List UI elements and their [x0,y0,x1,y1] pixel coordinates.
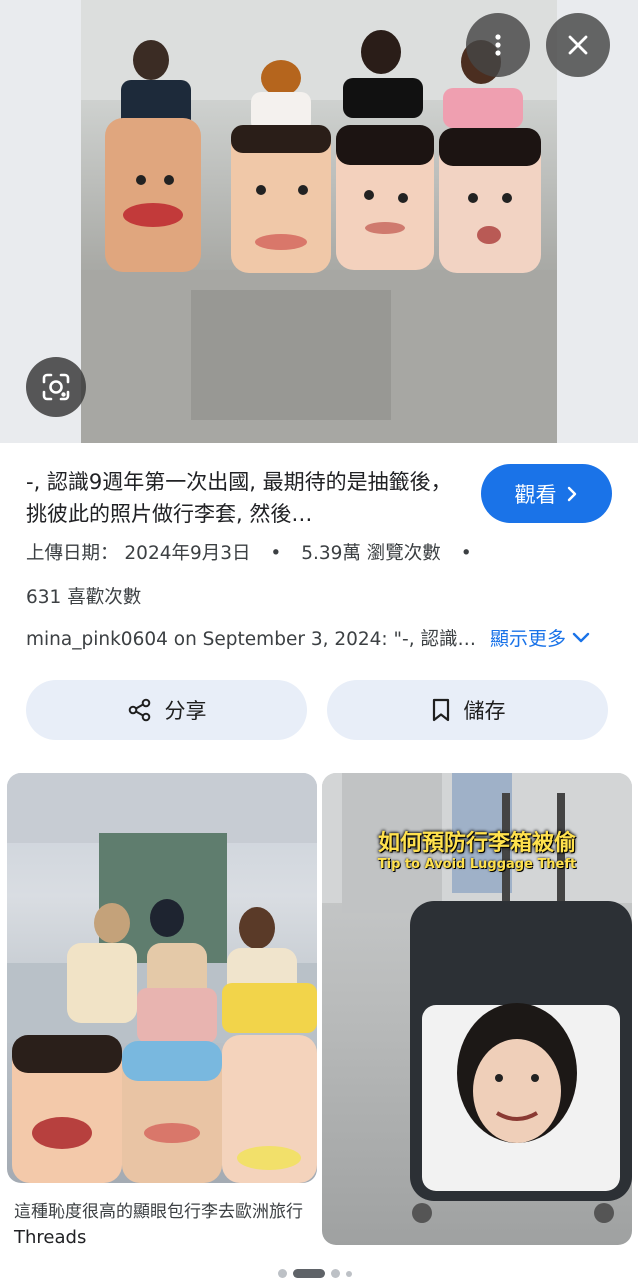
chevron-right-icon [567,486,576,501]
related-image-card[interactable] [7,773,317,1183]
video-overlay-title: 如何預防行李箱被偷 [377,831,576,856]
related-source: Threads [14,1227,87,1248]
like-count: 631 喜歡次數 [26,587,142,608]
lens-search-button[interactable] [26,357,86,417]
view-count: 5.39萬 瀏覽次數 [301,543,441,564]
video-overlay-subtitle: Tip to Avoid Luggage Theft [377,857,577,872]
pagination-dots [278,1269,352,1278]
result-title[interactable]: -, 認識9週年第一次出國, 最期待的是抽籤後，挑彼此的照片做行李套, 然後… [26,466,466,530]
three-dots-vertical-icon [495,34,501,56]
view-button[interactable]: 觀看 [481,464,612,523]
share-icon [128,698,150,722]
meta-separator: • [460,543,472,564]
share-button[interactable]: 分享 [26,680,307,740]
share-label: 分享 [164,699,207,723]
save-button[interactable]: 儲存 [327,680,608,740]
hero-image-area [0,0,638,443]
show-more-button[interactable]: 顯示更多 [490,624,590,651]
save-label: 儲存 [463,699,506,723]
meta-separator: • [270,543,282,564]
meta-line-1: 上傳日期： 2024年9月3日 • 5.39萬 瀏覽次數 • [26,540,616,568]
related-image-illustration [7,773,317,1183]
upload-label: 上傳日期： [26,543,119,564]
bookmark-icon [432,698,449,722]
source-line: mina_pink0604 on September 3, 2024: "-, … [26,629,482,650]
page-dot[interactable] [278,1269,287,1278]
page-dot-active[interactable] [293,1269,325,1278]
related-caption[interactable]: 這種恥度很高的顯眼包行李去歐洲旅行 [14,1197,306,1222]
lens-search-icon [42,373,70,401]
page-dot[interactable] [331,1269,340,1278]
more-options-button[interactable] [466,13,530,77]
related-image-card[interactable]: 如何預防行李箱被偷 Tip to Avoid Luggage Theft [322,773,632,1245]
upload-date: 2024年9月3日 [124,543,251,564]
page-dot[interactable] [346,1270,352,1277]
result-info: -, 認識9週年第一次出國, 最期待的是抽籤後，挑彼此的照片做行李套, 然後… [26,466,466,530]
result-meta: 上傳日期： 2024年9月3日 • 5.39萬 瀏覽次數 • 631 喜歡次數 [26,540,616,608]
close-button[interactable] [546,13,610,77]
view-button-label: 觀看 [514,482,557,507]
chevron-down-icon [572,632,590,642]
close-icon [568,35,588,55]
show-more-label: 顯示更多 [490,628,567,650]
